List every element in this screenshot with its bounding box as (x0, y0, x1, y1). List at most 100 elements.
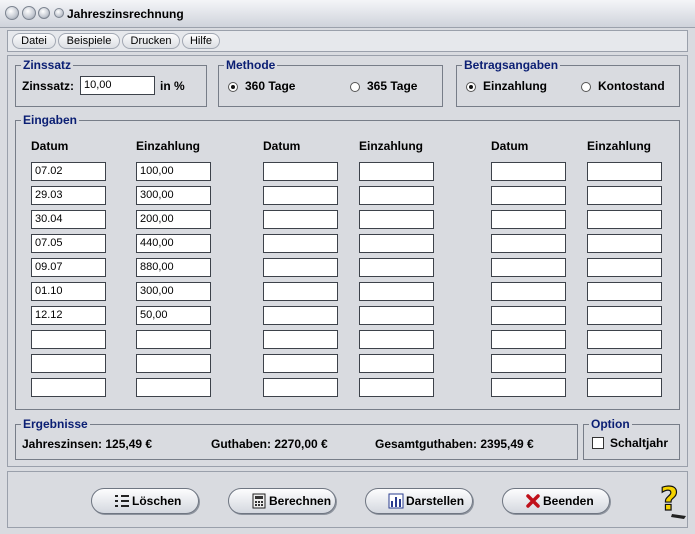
datum-input[interactable]: 12.12 (31, 306, 106, 325)
radio-365-tage[interactable] (350, 82, 360, 92)
datum-input[interactable] (31, 354, 106, 373)
ergebnisse-group: Ergebnisse Jahreszinsen: 125,49 € Guthab… (15, 417, 578, 460)
datum-input[interactable] (263, 306, 338, 325)
einzahlung-input[interactable] (136, 354, 211, 373)
datum-input[interactable] (491, 378, 566, 397)
window-close-icon[interactable] (5, 6, 19, 20)
menu-beispiele[interactable]: Beispiele (58, 33, 120, 49)
einzahlung-input[interactable] (136, 330, 211, 349)
datum-input[interactable] (491, 162, 566, 181)
datum-input[interactable] (491, 354, 566, 373)
datum-input[interactable] (491, 234, 566, 253)
calculator-icon (252, 493, 266, 509)
zinssatz-unit: in % (160, 79, 185, 93)
datum-input[interactable] (31, 378, 106, 397)
datum-input[interactable] (491, 210, 566, 229)
einzahlung-input[interactable] (359, 282, 434, 301)
einzahlung-input[interactable] (587, 186, 662, 205)
betrag-group: Betragsangaben Einzahlung Kontostand (456, 58, 680, 107)
einzahlung-input[interactable] (359, 306, 434, 325)
einzahlung-input[interactable] (587, 210, 662, 229)
datum-input[interactable] (263, 234, 338, 253)
datum-input[interactable] (491, 306, 566, 325)
einzahlung-input[interactable] (359, 210, 434, 229)
datum-input[interactable] (491, 330, 566, 349)
eingaben-legend: Eingaben (21, 113, 80, 127)
header-datum-1: Datum (31, 139, 69, 153)
window-minimize-icon[interactable] (22, 6, 36, 20)
schaltjahr-checkbox[interactable] (592, 437, 604, 449)
datum-input[interactable] (263, 210, 338, 229)
darstellen-button[interactable]: Darstellen (365, 488, 473, 514)
loeschen-button[interactable]: Löschen (91, 488, 199, 514)
einzahlung-input[interactable] (136, 378, 211, 397)
betrag-legend: Betragsangaben (462, 58, 561, 72)
methode-legend: Methode (224, 58, 278, 72)
datum-input[interactable] (263, 354, 338, 373)
datum-input[interactable]: 30.04 (31, 210, 106, 229)
methode-group: Methode 360 Tage 365 Tage (218, 58, 443, 107)
einzahlung-input[interactable]: 300,00 (136, 186, 211, 205)
einzahlung-input[interactable] (587, 354, 662, 373)
einzahlung-input[interactable]: 50,00 (136, 306, 211, 325)
einzahlung-input[interactable] (587, 378, 662, 397)
app-icon (54, 8, 64, 18)
window-zoom-icon[interactable] (38, 7, 50, 19)
datum-input[interactable] (491, 282, 566, 301)
datum-input[interactable] (263, 378, 338, 397)
beenden-button[interactable]: Beenden (502, 488, 610, 514)
radio-365-label: 365 Tage (367, 79, 418, 93)
einzahlung-input[interactable] (359, 258, 434, 277)
radio-einzahlung-label: Einzahlung (483, 79, 547, 93)
datum-input[interactable]: 09.07 (31, 258, 106, 277)
datum-input[interactable]: 01.10 (31, 282, 106, 301)
menu-drucken[interactable]: Drucken (122, 33, 180, 49)
ergebnisse-legend: Ergebnisse (21, 417, 90, 431)
einzahlung-input[interactable]: 100,00 (136, 162, 211, 181)
einzahlung-input[interactable] (359, 234, 434, 253)
main-panel: Zinssatz Zinssatz: 10,00 in % Methode 36… (7, 55, 688, 467)
header-einzahlung-1: Einzahlung (136, 139, 200, 153)
einzahlung-input[interactable] (587, 330, 662, 349)
header-einzahlung-3: Einzahlung (587, 139, 651, 153)
datum-input[interactable] (31, 330, 106, 349)
einzahlung-input[interactable] (587, 234, 662, 253)
datum-input[interactable] (263, 186, 338, 205)
einzahlung-input[interactable] (359, 162, 434, 181)
close-x-icon (526, 494, 540, 508)
radio-kontostand-label: Kontostand (598, 79, 665, 93)
zinssatz-group: Zinssatz Zinssatz: 10,00 in % (15, 58, 207, 107)
einzahlung-input[interactable]: 880,00 (136, 258, 211, 277)
datum-input[interactable] (263, 282, 338, 301)
radio-360-tage[interactable] (228, 82, 238, 92)
datum-input[interactable] (263, 258, 338, 277)
help-question-icon[interactable]: ? (658, 480, 688, 520)
darstellen-label: Darstellen (406, 494, 465, 508)
einzahlung-input[interactable] (359, 186, 434, 205)
radio-einzahlung[interactable] (466, 82, 476, 92)
einzahlung-input[interactable]: 200,00 (136, 210, 211, 229)
einzahlung-input[interactable] (587, 306, 662, 325)
schaltjahr-label: Schaltjahr (610, 436, 669, 450)
datum-input[interactable] (491, 258, 566, 277)
datum-input[interactable] (491, 186, 566, 205)
einzahlung-input[interactable] (587, 162, 662, 181)
einzahlung-input[interactable] (359, 330, 434, 349)
menu-datei[interactable]: Datei (12, 33, 56, 49)
datum-input[interactable]: 29.03 (31, 186, 106, 205)
einzahlung-input[interactable] (587, 258, 662, 277)
einzahlung-input[interactable]: 300,00 (136, 282, 211, 301)
datum-input[interactable] (263, 330, 338, 349)
einzahlung-input[interactable] (359, 378, 434, 397)
einzahlung-input[interactable] (359, 354, 434, 373)
datum-input[interactable]: 07.02 (31, 162, 106, 181)
einzahlung-input[interactable] (587, 282, 662, 301)
zinssatz-legend: Zinssatz (21, 58, 74, 72)
menu-hilfe[interactable]: Hilfe (182, 33, 220, 49)
berechnen-button[interactable]: Berechnen (228, 488, 336, 514)
datum-input[interactable]: 07.05 (31, 234, 106, 253)
datum-input[interactable] (263, 162, 338, 181)
zinssatz-input[interactable]: 10,00 (80, 76, 155, 95)
radio-kontostand[interactable] (581, 82, 591, 92)
einzahlung-input[interactable]: 440,00 (136, 234, 211, 253)
